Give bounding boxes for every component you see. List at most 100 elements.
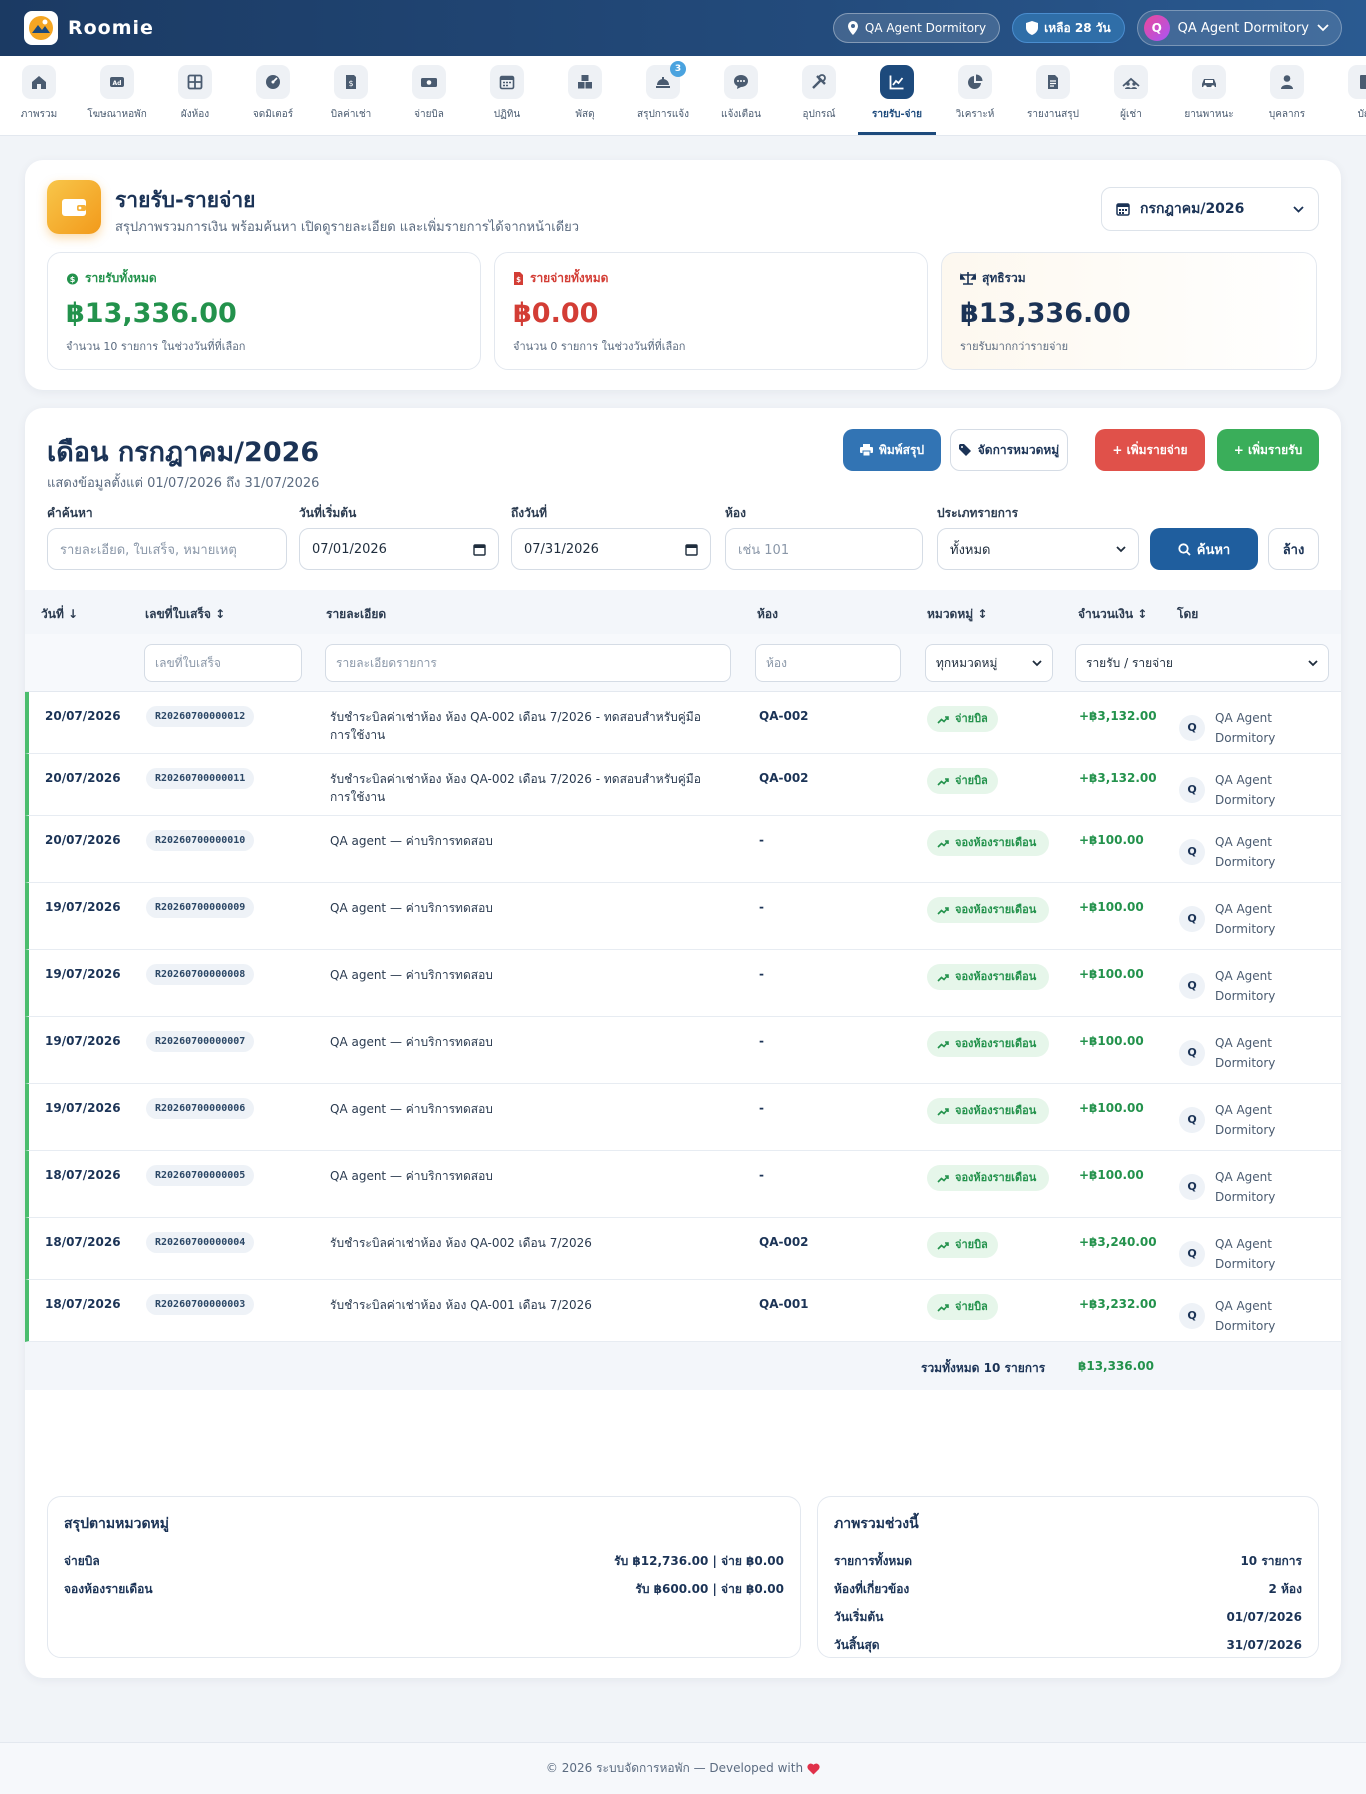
income-stat-card: $ รายรับทั้งหมด ฿13,336.00 จำนวน 10 รายกา… xyxy=(47,252,481,370)
category-summary-value: รับ ฿12,736.00 | จ่าย ฿0.00 xyxy=(614,1553,784,1568)
table-row[interactable]: 19/07/2026 R20260700000006 QA agent — ค่… xyxy=(25,1084,1341,1151)
nav-item-chat[interactable]: แจ้งเตือน xyxy=(702,56,780,135)
nav-item-bill[interactable]: $ บิลค่าเช่า xyxy=(312,56,390,135)
notification-badge: 3 xyxy=(670,61,686,77)
created-by-name: QA Agent Dormitory xyxy=(1215,835,1276,869)
receipt-number-badge[interactable]: R20260700000012 xyxy=(146,706,255,727)
table-row[interactable]: 19/07/2026 R20260700000009 QA agent — ค่… xyxy=(25,883,1341,950)
category-summary-title: สรุปตามหมวดหมู่ xyxy=(64,1516,169,1532)
detail-filter-input[interactable]: รายละเอียดรายการ xyxy=(325,644,731,682)
table-row[interactable]: 20/07/2026 R20260700000012 รับชำระบิลค่า… xyxy=(25,692,1341,754)
nav-item-person[interactable]: บุคลากร xyxy=(1248,56,1326,135)
start-date-input[interactable]: 07/01/2026 xyxy=(299,528,499,570)
receipt-number-badge[interactable]: R20260700000010 xyxy=(146,830,255,851)
receipt-number-badge[interactable]: R20260700000007 xyxy=(146,1031,255,1052)
receipt-number-badge[interactable]: R20260700000006 xyxy=(146,1098,255,1119)
wallet-icon xyxy=(47,180,101,234)
nav-item-report[interactable]: รายงานสรุป xyxy=(1014,56,1092,135)
footer-text: © 2026 ระบบจัดการหอพัก — Developed with xyxy=(545,1761,804,1775)
nav-item-pie-chart[interactable]: วิเคราะห์ xyxy=(936,56,1014,135)
brand[interactable]: Roomie xyxy=(24,11,154,45)
category-badge: จองห้องรายเดือน xyxy=(927,1031,1049,1057)
table-row[interactable]: 18/07/2026 R20260700000003 รับชำระบิลค่า… xyxy=(25,1280,1341,1342)
search-button[interactable]: ค้นหา xyxy=(1150,528,1258,570)
avatar: Q xyxy=(1179,1174,1205,1200)
manage-categories-button[interactable]: จัดการหมวดหมู่ xyxy=(950,429,1068,471)
nav-item-boxes[interactable]: พัสดุ xyxy=(546,56,624,135)
room-input[interactable]: เช่น 101 xyxy=(725,528,923,570)
type-filter-select[interactable]: รายรับ / รายจ่าย xyxy=(1075,644,1329,682)
nav-item-bell-service[interactable]: 3 สรุปการแจ้ง xyxy=(624,56,702,135)
col-detail-header: รายละเอียด xyxy=(326,607,387,621)
clear-button[interactable]: ล้าง xyxy=(1268,528,1319,570)
row-date: 18/07/2026 xyxy=(45,1235,121,1249)
type-select-value: ทั้งหมด xyxy=(950,542,991,558)
calendar-icon[interactable] xyxy=(473,543,486,556)
category-filter-select[interactable]: ทุกหมวดหมู่ xyxy=(925,644,1053,682)
col-category-header[interactable]: หมวดหมู่ ↕ xyxy=(927,605,987,624)
table-row[interactable]: 19/07/2026 R20260700000007 QA agent — ค่… xyxy=(25,1017,1341,1084)
month-select[interactable]: กรกฎาคม/2026 xyxy=(1101,187,1319,231)
avatar: Q xyxy=(1143,15,1170,41)
expense-stat-card: $ รายจ่ายทั้งหมด ฿0.00 จำนวน 0 รายการ ในช… xyxy=(494,252,928,370)
type-select[interactable]: ทั้งหมด xyxy=(937,528,1139,570)
shield-icon xyxy=(1026,21,1039,35)
scale-icon xyxy=(960,272,976,285)
table-row[interactable]: 20/07/2026 R20260700000011 รับชำระบิลค่า… xyxy=(25,754,1341,816)
receipt-number-badge[interactable]: R20260700000009 xyxy=(146,897,255,918)
row-created-by: Q QA Agent Dormitory xyxy=(1179,708,1305,748)
period-overview-title: ภาพรวมช่วงนี้ xyxy=(834,1516,919,1532)
nav-item-ad[interactable]: Ad โฆษณาหอพัก xyxy=(78,56,156,135)
room-filter-label: ห้อง xyxy=(725,506,746,520)
table-row[interactable]: 20/07/2026 R20260700000010 QA agent — ค่… xyxy=(25,816,1341,883)
row-room: QA-002 xyxy=(759,771,809,785)
row-room: - xyxy=(759,967,764,981)
nav-item-tools[interactable]: อุปกรณ์ xyxy=(780,56,858,135)
created-by-name: QA Agent Dormitory xyxy=(1215,1237,1276,1271)
receipt-filter-input[interactable]: เลขที่ใบเสร็จ xyxy=(144,644,302,682)
row-created-by: Q QA Agent Dormitory xyxy=(1179,770,1305,810)
nav-item-grid[interactable]: ผังห้อง xyxy=(156,56,234,135)
nav-item-car[interactable]: ยานพาหนะ xyxy=(1170,56,1248,135)
col-amount-header[interactable]: จำนวนเงิน ↕ xyxy=(1078,605,1147,624)
table-row[interactable]: 19/07/2026 R20260700000008 QA agent — ค่… xyxy=(25,950,1341,1017)
room-filter-input[interactable]: ห้อง xyxy=(755,644,901,682)
nav-item-calendar[interactable]: ปฏิทิน xyxy=(468,56,546,135)
svg-text:$: $ xyxy=(516,276,521,284)
category-label: จองห้องรายเดือน xyxy=(955,903,1037,916)
nav-item-money[interactable]: จ่ายบิล xyxy=(390,56,468,135)
page-title: รายรับ-รายจ่าย xyxy=(115,188,256,212)
bill-icon: $ xyxy=(334,65,368,99)
end-date-input[interactable]: 07/31/2026 xyxy=(511,528,711,570)
user-menu[interactable]: Q QA Agent Dormitory xyxy=(1136,10,1342,46)
category-badge: จองห้องรายเดือน xyxy=(927,1098,1049,1124)
row-detail: QA agent — ค่าบริการทดสอบ xyxy=(330,968,493,982)
search-button-label: ค้นหา xyxy=(1196,542,1231,558)
receipt-number-badge[interactable]: R20260700000008 xyxy=(146,964,255,985)
nav-item-people[interactable]: ผู้เช่า xyxy=(1092,56,1170,135)
receipt-number-badge[interactable]: R20260700000004 xyxy=(146,1232,255,1253)
calendar-icon[interactable] xyxy=(685,543,698,556)
add-income-button[interactable]: + เพิ่มรายรับ xyxy=(1217,429,1319,471)
print-summary-button[interactable]: พิมพ์สรุป xyxy=(843,429,941,471)
location-pill[interactable]: QA Agent Dormitory xyxy=(832,13,1001,43)
receipt-number-badge[interactable]: R20260700000005 xyxy=(146,1165,255,1186)
category-summary-line: จองห้องรายเดือน รับ ฿600.00 | จ่าย ฿0.00 xyxy=(64,1575,784,1603)
avatar: Q xyxy=(1179,1040,1205,1066)
overview-value: 01/07/2026 xyxy=(1226,1610,1302,1624)
table-row[interactable]: 18/07/2026 R20260700000004 รับชำระบิลค่า… xyxy=(25,1218,1341,1280)
row-detail: QA agent — ค่าบริการทดสอบ xyxy=(330,1169,493,1183)
days-left-pill[interactable]: เหลือ 28 วัน xyxy=(1012,13,1125,43)
search-input[interactable]: รายละเอียด, ใบเสร็จ, หมายเหตุ xyxy=(47,528,287,570)
nav-item-gauge[interactable]: จดมิเตอร์ xyxy=(234,56,312,135)
nav-item-home[interactable]: ภาพรวม xyxy=(0,56,78,135)
receipt-number-badge[interactable]: R20260700000003 xyxy=(146,1294,255,1315)
table-row[interactable]: 18/07/2026 R20260700000005 QA agent — ค่… xyxy=(25,1151,1341,1218)
nav-item-book[interactable]: บัญ xyxy=(1326,56,1366,135)
col-receipt-header[interactable]: เลขที่ใบเสร็จ ↕ xyxy=(145,605,225,624)
add-expense-button[interactable]: + เพิ่มรายจ่าย xyxy=(1095,429,1205,471)
receipt-number-badge[interactable]: R20260700000011 xyxy=(146,768,255,789)
col-date-header[interactable]: วันที่ ↓ xyxy=(41,605,78,624)
row-amount: +฿3,132.00 xyxy=(1079,709,1157,723)
nav-item-chart-line[interactable]: รายรับ-จ่าย xyxy=(858,56,936,135)
